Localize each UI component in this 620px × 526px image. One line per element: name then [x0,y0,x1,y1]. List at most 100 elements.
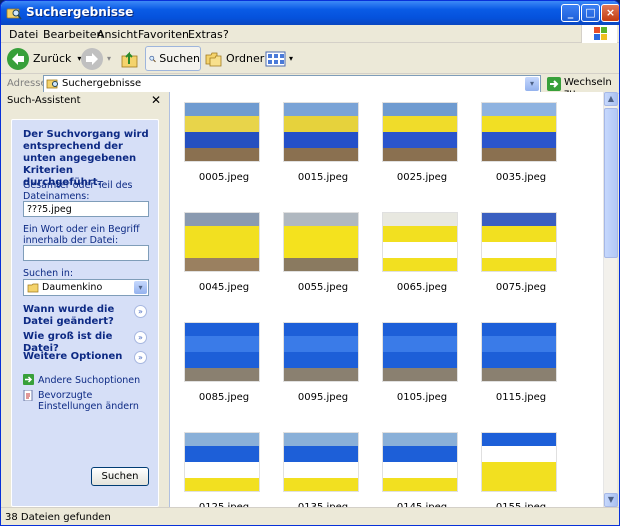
file-item[interactable]: 0125.jpeg [176,426,262,507]
close-button[interactable]: × [601,4,619,22]
up-folder-button[interactable] [119,46,141,71]
status-text: 38 Dateien gefunden [5,512,111,523]
image-thumbnail [283,212,359,272]
minimize-button[interactable]: _ [561,4,580,22]
forward-dropdown-icon: ▾ [107,54,112,63]
go-button[interactable]: Wechseln zu [547,76,617,99]
image-thumbnail [184,212,260,272]
menu-datei[interactable]: Datei [9,28,38,41]
file-name: 0005.jpeg [198,172,250,183]
views-icon [265,51,286,66]
file-item[interactable]: 0155.jpeg [473,426,559,507]
file-name: 0065.jpeg [396,282,448,293]
search-toolbar-button[interactable]: Suchen [145,46,201,71]
menu-ansicht[interactable]: Ansicht [97,28,138,41]
chevron-down-icon[interactable]: ▾ [134,281,147,294]
word-label: Ein Wort oder ein Begriff innerhalb der … [23,224,140,246]
search-button[interactable]: Suchen [91,467,149,486]
file-name: 0055.jpeg [297,282,349,293]
search-results-icon [46,79,58,89]
filename-input[interactable]: ???5.jpeg [23,201,149,217]
file-name: 0115.jpeg [495,392,547,403]
search-assistant: Der Suchvorgang wird entsprechend der un… [11,119,159,507]
image-thumbnail [382,322,458,382]
menu-extras[interactable]: Extras [188,28,223,41]
vertical-scrollbar[interactable]: ▲ ▼ [603,92,618,507]
toolbar: Zurück ▾ ▾ Suchen Ordner ▾ [1,43,619,74]
file-item[interactable]: 0045.jpeg [176,206,262,293]
folders-icon [205,52,222,66]
search-in-label: Suchen in: [23,268,74,279]
file-item[interactable]: 0085.jpeg [176,316,262,403]
file-item[interactable]: 0035.jpeg [473,96,559,183]
preferences-icon [23,390,33,401]
file-item[interactable]: 0005.jpeg [176,96,262,183]
views-button[interactable]: ▾ [265,46,293,71]
image-thumbnail [283,102,359,162]
other-search-options-link[interactable]: Andere Suchoptionen [23,374,140,386]
image-thumbnail [184,432,260,492]
more-options-expand-icon[interactable]: » [134,351,147,364]
address-value: Suchergebnisse [62,78,142,89]
search-pane-title: Such-Assistent [7,95,81,106]
explorer-window: Suchergebnisse _ □ × Datei Bearbeiten An… [0,0,620,526]
address-bar: Adresse Suchergebnisse ▾ Wechseln zu [1,74,619,99]
search-in-value: Daumenkino [42,282,103,293]
other-search-options-label: Andere Suchoptionen [38,375,141,386]
word-input[interactable] [23,245,149,261]
preferences-link[interactable]: Bevorzugte Einstellungen ändern [23,390,148,412]
file-item[interactable]: 0065.jpeg [374,206,460,293]
file-item[interactable]: 0075.jpeg [473,206,559,293]
search-pane: Such-Assistent ✕ Der Suchvorgang wird en… [1,92,169,507]
forward-button[interactable]: ▾ [81,46,111,71]
menu-bar: Datei Bearbeiten Ansicht Favoriten Extra… [1,25,619,43]
file-item[interactable]: 0145.jpeg [374,426,460,507]
date-expand-icon[interactable]: » [134,305,147,318]
maximize-button[interactable]: □ [581,4,600,22]
pane-close-icon[interactable]: ✕ [151,93,161,107]
folders-button[interactable]: Ordner [205,46,264,71]
more-options-label[interactable]: Weitere Optionen [23,351,129,363]
title-bar: Suchergebnisse _ □ × [1,1,619,25]
file-name: 0035.jpeg [495,172,547,183]
address-field[interactable]: Suchergebnisse ▾ [43,75,541,93]
green-arrow-icon [23,374,34,385]
address-dropdown-icon[interactable]: ▾ [525,77,539,91]
status-bar: 38 Dateien gefunden [1,507,619,525]
back-button[interactable]: Zurück ▾ [7,46,81,71]
file-item[interactable]: 0015.jpeg [275,96,361,183]
file-item[interactable]: 0105.jpeg [374,316,460,403]
magnifier-icon [149,55,156,62]
go-arrow-icon [547,77,561,91]
image-thumbnail [481,432,557,492]
scroll-down-icon[interactable]: ▼ [604,493,618,507]
file-item[interactable]: 0115.jpeg [473,316,559,403]
file-name: 0025.jpeg [396,172,448,183]
preferences-label: Bevorzugte Einstellungen ändern [38,390,139,412]
image-thumbnail [382,212,458,272]
back-label: Zurück [33,52,72,65]
folder-icon [27,283,39,293]
views-dropdown-icon[interactable]: ▾ [289,54,293,63]
search-in-select[interactable]: Daumenkino ▾ [23,279,149,296]
menu-favoriten[interactable]: Favoriten [138,28,189,41]
file-name: 0045.jpeg [198,282,250,293]
image-thumbnail [481,102,557,162]
size-expand-icon[interactable]: » [134,331,147,344]
scroll-thumb[interactable] [604,108,618,258]
file-item[interactable]: 0135.jpeg [275,426,361,507]
file-name: 0095.jpeg [297,392,349,403]
menu-bearbeiten[interactable]: Bearbeiten [43,28,103,41]
scroll-up-icon[interactable]: ▲ [604,92,618,106]
image-thumbnail [184,102,260,162]
filename-label: Gesamter oder Teil des Dateinamens: [23,180,133,202]
file-name: 0085.jpeg [198,392,250,403]
file-item[interactable]: 0095.jpeg [275,316,361,403]
folders-label: Ordner [226,52,265,65]
address-label: Adresse [7,78,47,89]
date-option-label[interactable]: Wann wurde die Datei geändert? [23,304,129,328]
file-name: 0075.jpeg [495,282,547,293]
file-item[interactable]: 0055.jpeg [275,206,361,293]
menu-help[interactable]: ? [223,28,229,41]
file-item[interactable]: 0025.jpeg [374,96,460,183]
